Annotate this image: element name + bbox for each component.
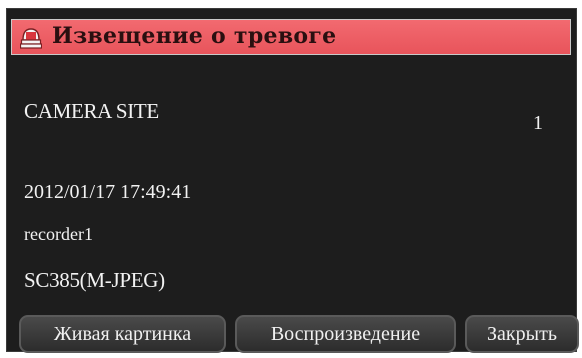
dialog-title: Извещение о тревоге xyxy=(52,23,337,49)
site-name: CAMERA SITE xyxy=(24,99,159,123)
camera-model: SC385(M-JPEG) xyxy=(24,268,165,292)
alarm-light-icon xyxy=(19,26,43,50)
alarm-datetime: 2012/01/17 17:49:41 xyxy=(24,181,192,203)
playback-button[interactable]: Воспроизведение xyxy=(235,315,456,353)
alarm-notification-dialog: Извещение о тревоге CAMERA SITE 1 2012/0… xyxy=(6,8,579,353)
recorder-name: recorder1 xyxy=(24,224,93,244)
site-number: 1 xyxy=(533,112,543,134)
close-button[interactable]: Закрыть xyxy=(465,315,579,353)
live-view-button[interactable]: Живая картинка xyxy=(19,315,226,353)
title-bar: Извещение о тревоге xyxy=(11,19,571,55)
